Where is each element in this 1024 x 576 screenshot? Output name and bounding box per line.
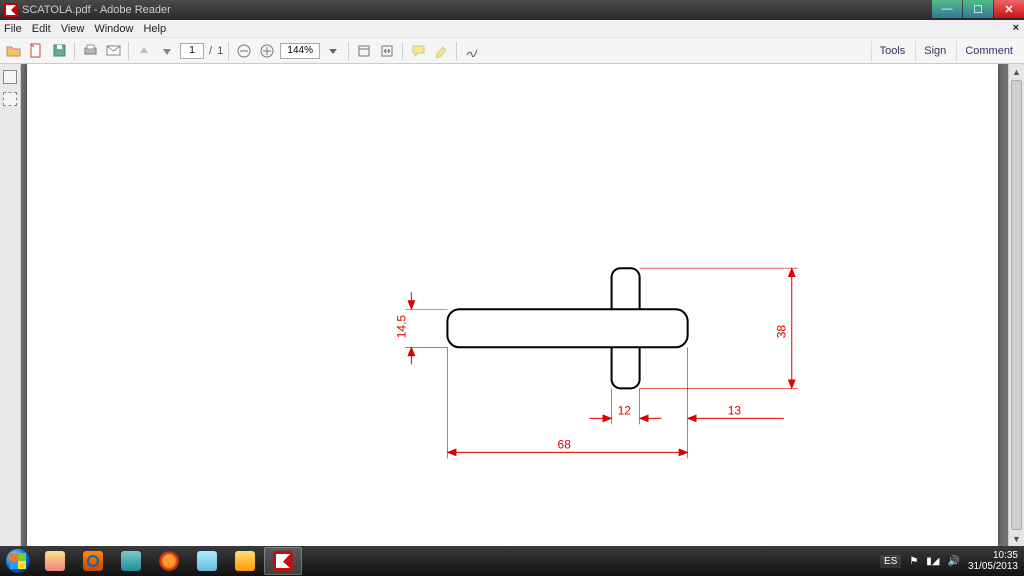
taskbar-firefox[interactable] [150,547,188,575]
page-down-button[interactable] [157,41,177,61]
tray-volume-icon[interactable]: 🔊 [947,556,959,567]
separator [128,42,129,60]
close-button[interactable]: ✕ [994,0,1024,18]
thumbnails-icon[interactable] [3,70,17,84]
pictures-icon [121,551,141,571]
sign-panel-button[interactable]: Sign [915,41,954,61]
page-canvas: 14.5 38 12 13 68 [27,64,998,546]
taskbar-explorer[interactable] [36,547,74,575]
menu-file[interactable]: File [4,23,22,35]
titlebar: SCATOLA.pdf - Adobe Reader — ☐ ✕ [0,0,1024,20]
taskbar-pictures[interactable] [112,547,150,575]
tray-network-icon[interactable]: ▮◢ [926,556,939,567]
firefox-icon [159,551,179,571]
comment-bubble-button[interactable] [408,41,428,61]
fit-width-button[interactable] [377,41,397,61]
page-number-input[interactable]: 1 [180,43,204,59]
tray-date: 31/05/2013 [968,561,1018,572]
attachments-icon[interactable] [3,92,17,106]
dim-tab-width: 12 [618,403,632,417]
scroll-down-icon[interactable]: ▼ [1009,531,1024,546]
dim-total-width: 68 [558,437,572,451]
toolbar-left: 1 / 1 144% [3,41,482,61]
navigation-pane [0,64,21,546]
zoom-input[interactable]: 144% [280,43,320,59]
menu-edit[interactable]: Edit [32,23,51,35]
explorer-icon [45,551,65,571]
page-total: 1 [217,45,223,57]
start-button[interactable] [0,546,36,576]
highlight-button[interactable] [431,41,451,61]
document-close-button[interactable]: × [1013,22,1019,34]
zoom-dropdown[interactable] [323,41,343,61]
system-tray: ES ⚑ ▮◢ 🔊 10:35 31/05/2013 [880,550,1024,572]
maximize-button[interactable]: ☐ [963,0,993,18]
menu-view[interactable]: View [61,23,85,35]
tray-flag-icon[interactable]: ⚑ [909,556,918,567]
adobe-icon [273,551,293,571]
menu-help[interactable]: Help [143,23,166,35]
dim-gap-width: 13 [728,403,742,417]
email-button[interactable] [103,41,123,61]
scroll-up-icon[interactable]: ▲ [1009,64,1024,79]
dim-height-total: 38 [775,325,789,339]
outlook-icon [235,551,255,571]
document-area[interactable]: 14.5 38 12 13 68 [21,64,1008,546]
zoom-in-button[interactable] [257,41,277,61]
taskbar-adobe-reader[interactable] [264,547,302,575]
work-area: 14.5 38 12 13 68 [0,64,1024,546]
app-icon [4,3,18,17]
tools-panel-button[interactable]: Tools [871,41,914,61]
separator [74,42,75,60]
save-button[interactable] [49,41,69,61]
menu-window[interactable]: Window [94,23,133,35]
separator [456,42,457,60]
toolbar: 1 / 1 144% Tools Sign Comment [0,38,1024,64]
technical-drawing: 14.5 38 12 13 68 [27,64,998,546]
separator [228,42,229,60]
toolbar-right: Tools Sign Comment [871,41,1021,61]
print-button[interactable] [80,41,100,61]
tray-time: 10:35 [968,550,1018,561]
taskbar-outlook[interactable] [226,547,264,575]
page-separator: / [207,45,214,57]
open-button[interactable] [3,41,23,61]
taskbar-messenger[interactable] [188,547,226,575]
fit-page-button[interactable] [354,41,374,61]
scroll-thumb[interactable] [1011,80,1022,530]
dim-height-bar: 14.5 [394,315,408,339]
sign-toolbar-button[interactable] [462,41,482,61]
mediaplayer-icon [83,551,103,571]
vertical-scrollbar[interactable]: ▲ ▼ [1008,64,1024,546]
separator [348,42,349,60]
comment-panel-button[interactable]: Comment [956,41,1021,61]
page-up-button[interactable] [134,41,154,61]
messenger-icon [197,551,217,571]
taskbar-mediaplayer[interactable] [74,547,112,575]
separator [402,42,403,60]
zoom-out-button[interactable] [234,41,254,61]
menubar: File Edit View Window Help × [0,20,1024,38]
windows-orb-icon [6,549,30,573]
language-indicator[interactable]: ES [880,555,901,568]
taskbar: ES ⚑ ▮◢ 🔊 10:35 31/05/2013 [0,546,1024,576]
window-title: SCATOLA.pdf - Adobe Reader [22,4,171,16]
window-buttons: — ☐ ✕ [931,0,1024,18]
tray-clock[interactable]: 10:35 31/05/2013 [968,550,1018,572]
minimize-button[interactable]: — [932,0,962,18]
create-pdf-button[interactable] [26,41,46,61]
